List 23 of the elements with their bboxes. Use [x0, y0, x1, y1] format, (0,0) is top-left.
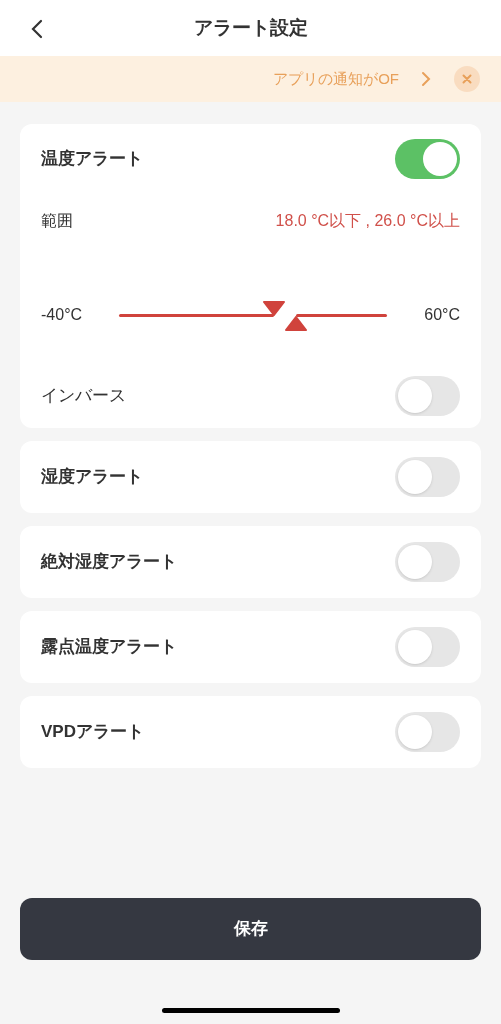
min-label: -40°C: [41, 305, 84, 325]
back-icon[interactable]: [30, 19, 44, 39]
close-icon[interactable]: [454, 66, 480, 92]
toggle-switch[interactable]: [395, 457, 460, 497]
alert-label: インバース: [41, 385, 126, 408]
save-button[interactable]: 保存: [20, 898, 481, 960]
page-title: アラート設定: [193, 15, 308, 40]
chevron-right-icon[interactable]: [421, 71, 431, 87]
toggle-switch[interactable]: [395, 542, 460, 582]
toggle-switch[interactable]: [395, 139, 460, 179]
alert-label: 温度アラート: [41, 148, 143, 171]
lower-handle[interactable]: [262, 300, 287, 316]
alert-label: 露点温度アラート: [41, 636, 177, 659]
alert-label: VPDアラート: [41, 721, 144, 744]
toggle-switch[interactable]: [395, 712, 460, 752]
toggle-switch[interactable]: [395, 376, 460, 416]
toggle-switch[interactable]: [395, 627, 460, 667]
max-label: 60°C: [424, 305, 460, 325]
alert-label: 湿度アラート: [41, 466, 143, 489]
upper-handle[interactable]: [283, 316, 308, 332]
alert-label: 絶対湿度アラート: [41, 551, 177, 574]
range-label: 範囲: [41, 211, 73, 231]
range-value: 18.0 °C以下 , 26.0 °C以上: [275, 211, 460, 231]
